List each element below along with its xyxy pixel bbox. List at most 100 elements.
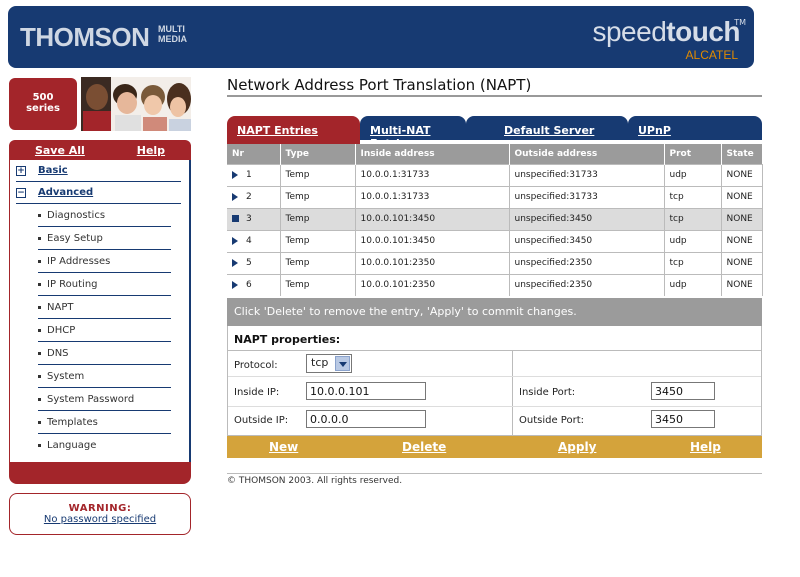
sidebar-item-label[interactable]: Easy Setup (47, 233, 103, 244)
sidebar-item-label[interactable]: Advanced (38, 187, 93, 198)
product-maker: ALCATEL (685, 48, 738, 62)
sidebar-item-diagnostics[interactable]: Diagnostics (38, 204, 171, 227)
page-title: Network Address Port Translation (NAPT) (227, 76, 532, 94)
warning-box: WARNING: No password specified (9, 493, 191, 535)
inside-port-input[interactable] (651, 382, 715, 400)
properties-column-divider (512, 350, 513, 436)
sidebar-item-label[interactable]: DHCP (47, 325, 75, 336)
series-number: 500 (32, 92, 54, 103)
column-header-outside-address: Outside address (508, 144, 664, 164)
delete-button[interactable]: Delete (402, 440, 446, 454)
row-state: NONE (720, 251, 763, 274)
series-badge: 500 series (9, 78, 77, 130)
inside-ip-input[interactable] (306, 382, 426, 400)
sidebar-item-templates[interactable]: Templates (38, 411, 171, 434)
sidebar-menu: + Basic − Advanced Diagnostics Easy Setu… (9, 160, 191, 462)
chevron-down-icon[interactable] (335, 356, 350, 371)
row-outside-address: unspecified:31733 (508, 163, 664, 186)
select-arrow-icon[interactable] (232, 258, 238, 267)
sidebar-item-label[interactable]: Templates (47, 417, 98, 428)
sidebar-item-language[interactable]: Language (38, 434, 171, 457)
info-message: Click 'Delete' to remove the entry, 'App… (227, 298, 762, 326)
bullet-icon (38, 282, 41, 286)
expand-icon[interactable]: + (16, 165, 26, 176)
row-nr-cell[interactable]: 3 (227, 207, 280, 230)
bullet-icon (38, 259, 41, 263)
sidebar-item-label[interactable]: Language (47, 440, 96, 451)
protocol-select[interactable]: tcp (306, 354, 352, 373)
napt-properties-panel: NAPT properties: Protocol: tcp Inside IP… (227, 326, 762, 436)
new-button[interactable]: New (269, 440, 298, 454)
outside-port-input[interactable] (651, 410, 715, 428)
row-inside-address: 10.0.0.1:31733 (354, 163, 509, 186)
row-inside-address: 10.0.0.101:3450 (354, 229, 509, 252)
row-prot: tcp (663, 207, 721, 230)
tab-default-server[interactable]: Default Server (466, 116, 628, 140)
row-nr-cell[interactable]: 1 (227, 163, 280, 186)
title-divider (227, 95, 762, 97)
sidebar-item-dns[interactable]: DNS (38, 342, 171, 365)
sidebar-item-label[interactable]: IP Routing (47, 279, 98, 290)
sidebar-menu-bar: Save All Help (9, 140, 191, 160)
table-row[interactable]: 2 Temp 10.0.0.1:31733 unspecified:31733 … (227, 185, 763, 208)
row-nr-cell[interactable]: 6 (227, 273, 280, 296)
brand-logo-sub: MULTI MEDIA (158, 24, 187, 44)
row-outside-address: unspecified:31733 (508, 185, 664, 208)
sidebar-item-napt[interactable]: NAPT (38, 296, 171, 319)
napt-entries-table: Nr Type Inside address Outside address P… (227, 144, 763, 296)
bullet-icon (38, 236, 41, 240)
sidebar-item-ip-routing[interactable]: IP Routing (38, 273, 171, 296)
select-arrow-icon[interactable] (232, 236, 238, 245)
select-arrow-icon[interactable] (232, 192, 238, 201)
bullet-icon (38, 213, 41, 217)
sidebar-item-label[interactable]: NAPT (47, 302, 73, 313)
sidebar-item-label[interactable]: Diagnostics (47, 210, 105, 221)
row-nr-cell[interactable]: 5 (227, 251, 280, 274)
row-nr-cell[interactable]: 4 (227, 229, 280, 252)
tab-upnp[interactable]: UPnP (628, 116, 762, 140)
sidebar-item-basic[interactable]: + Basic (16, 160, 181, 182)
table-row[interactable]: 5 Temp 10.0.0.101:2350 unspecified:2350 … (227, 251, 763, 274)
sidebar-item-label[interactable]: System (47, 371, 84, 382)
table-row[interactable]: 6 Temp 10.0.0.101:2350 unspecified:2350 … (227, 273, 763, 296)
save-all-link[interactable]: Save All (35, 144, 85, 157)
bullet-icon (38, 374, 41, 378)
column-header-state: State (720, 144, 762, 164)
brand-logo: THOMSON (20, 22, 150, 52)
select-arrow-icon[interactable] (232, 170, 238, 179)
apply-button[interactable]: Apply (558, 440, 596, 454)
sidebar-item-label[interactable]: System Password (47, 394, 134, 405)
tab-napt-entries[interactable]: NAPT Entries (227, 116, 360, 144)
header-banner: THOMSON MULTI MEDIA speedtouch TM ALCATE… (8, 6, 754, 68)
select-arrow-icon[interactable] (232, 280, 238, 289)
row-inside-address: 10.0.0.101:2350 (354, 273, 509, 296)
sidebar-item-system[interactable]: System (38, 365, 171, 388)
bullet-icon (38, 397, 41, 401)
sidebar-help-link[interactable]: Help (137, 144, 165, 157)
help-button[interactable]: Help (690, 440, 721, 454)
table-row[interactable]: 1 Temp 10.0.0.1:31733 unspecified:31733 … (227, 163, 763, 186)
table-row[interactable]: 4 Temp 10.0.0.101:3450 unspecified:3450 … (227, 229, 763, 252)
table-row-selected[interactable]: 3 Temp 10.0.0.101:3450 unspecified:3450 … (227, 207, 763, 230)
sidebar-item-ip-addresses[interactable]: IP Addresses (38, 250, 171, 273)
footer-divider (227, 473, 762, 474)
collapse-icon[interactable]: − (16, 187, 26, 198)
sidebar-item-label[interactable]: DNS (47, 348, 69, 359)
bullet-icon (38, 444, 41, 447)
row-state: NONE (720, 207, 763, 230)
row-type: Temp (279, 273, 355, 296)
selected-square-icon (232, 215, 239, 222)
sidebar-item-system-password[interactable]: System Password (38, 388, 171, 411)
sidebar-item-easy-setup[interactable]: Easy Setup (38, 227, 171, 250)
row-type: Temp (279, 229, 355, 252)
sidebar-item-advanced[interactable]: − Advanced (16, 182, 181, 204)
warning-link[interactable]: No password specified (10, 514, 190, 525)
outside-ip-input[interactable] (306, 410, 426, 428)
tab-multi-nat-entries[interactable]: Multi-NAT Entries (360, 116, 466, 150)
sidebar-item-label[interactable]: IP Addresses (47, 256, 110, 267)
bullet-icon (38, 351, 41, 355)
row-state: NONE (720, 185, 763, 208)
sidebar-item-label[interactable]: Basic (38, 165, 68, 176)
sidebar-item-dhcp[interactable]: DHCP (38, 319, 171, 342)
row-nr-cell[interactable]: 2 (227, 185, 280, 208)
